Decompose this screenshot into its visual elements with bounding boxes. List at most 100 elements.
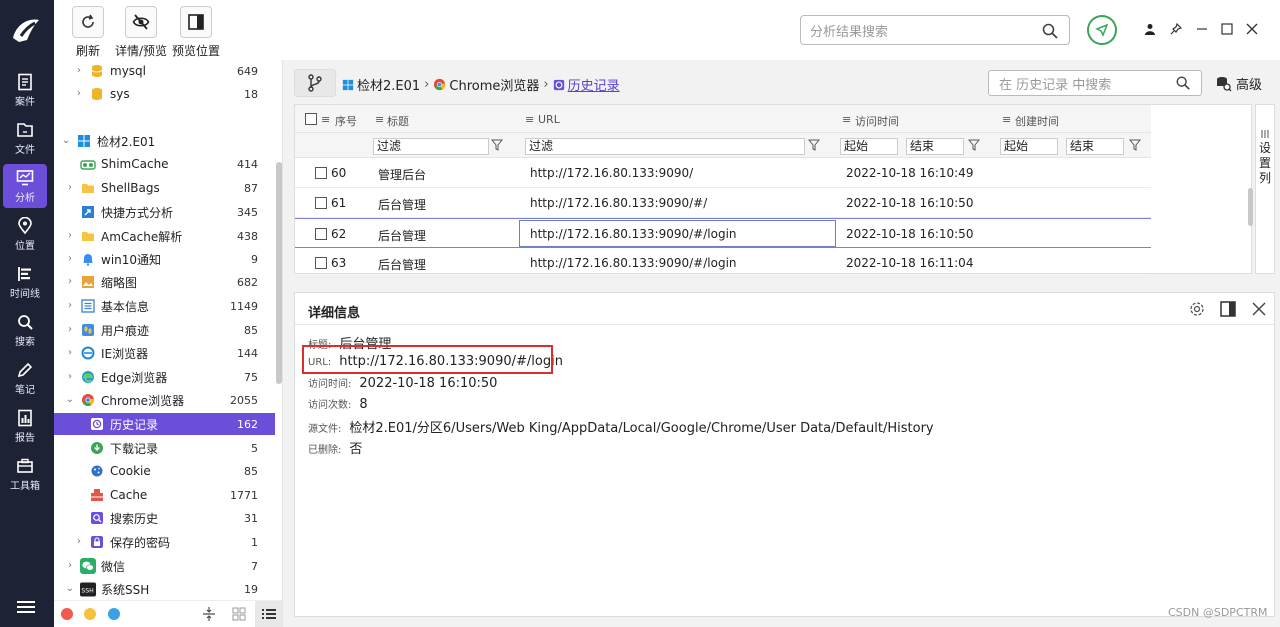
filter-icon[interactable] (968, 139, 980, 151)
tree-item-chrome-history[interactable]: 历史记录 162 (54, 413, 275, 435)
nav-location[interactable]: 位置 (3, 212, 47, 256)
tree-item-chrome-downloads[interactable]: 下载记录 5 (54, 437, 275, 459)
close-icon[interactable] (1251, 301, 1267, 317)
blue-dot-icon[interactable] (108, 608, 120, 620)
column-menu-icon[interactable]: ≡ (375, 113, 384, 126)
tree-item-basic-info[interactable]: › 基本信息 1149 (54, 295, 275, 317)
table-row[interactable]: 61 后台管理 http://172.16.80.133:9090/#/ 202… (295, 188, 1151, 218)
tree-item-chrome-browser[interactable]: ⌄ Chrome浏览器 2055 (54, 389, 275, 411)
tree-item-ie-browser[interactable]: › IE浏览器 144 (54, 342, 275, 364)
nav-file[interactable]: 文件 (3, 116, 47, 160)
chevron-right-icon[interactable]: › (65, 254, 75, 264)
title-filter-input[interactable]: 过滤 (373, 138, 489, 155)
chevron-right-icon[interactable]: › (74, 89, 84, 99)
chevron-right-icon[interactable]: › (65, 348, 75, 358)
tree-item-shellbags[interactable]: › ShellBags 87 (54, 177, 275, 199)
yellow-dot-icon[interactable] (84, 608, 96, 620)
collapse-icon[interactable] (202, 606, 216, 622)
column-menu-icon[interactable]: ≡ (525, 113, 534, 126)
chevron-down-icon[interactable]: ⌄ (65, 395, 75, 405)
column-header-url[interactable]: URL (538, 113, 560, 126)
preview-position-button[interactable]: 预览位置 (172, 6, 220, 59)
pin-icon[interactable] (1168, 21, 1184, 37)
chevron-right-icon[interactable]: › (74, 537, 84, 547)
tree-item-wechat[interactable]: › 微信 7 (54, 555, 275, 577)
visit-end-input[interactable]: 结束 (906, 138, 964, 155)
filter-icon[interactable] (1129, 139, 1141, 151)
tree-item-thumbnail[interactable]: › 缩略图 682 (54, 271, 275, 293)
url-filter-input[interactable]: 过滤 (525, 138, 805, 155)
hamburger-menu-icon[interactable] (17, 600, 35, 614)
filter-icon[interactable] (808, 139, 820, 151)
tree-item-shortcut-analysis[interactable]: 快捷方式分析 345 (54, 201, 275, 223)
tree-item-mysql[interactable]: › mysql 649 (54, 60, 275, 82)
column-header-seq[interactable]: 序号 (335, 113, 357, 129)
nav-toolbox[interactable]: 工具箱 (3, 452, 47, 496)
nav-timeline[interactable]: 时间线 (3, 260, 47, 304)
row-checkbox[interactable] (315, 167, 327, 179)
row-checkbox[interactable] (315, 257, 327, 269)
nav-case[interactable]: 案件 (3, 68, 47, 112)
select-all-checkbox[interactable] (305, 113, 317, 125)
search-icon[interactable] (1175, 75, 1191, 91)
row-checkbox[interactable] (315, 197, 327, 209)
history-search-input[interactable]: 在 历史记录 中搜索 (988, 70, 1202, 96)
column-header-create-time[interactable]: 创建时间 (1015, 113, 1059, 129)
nav-note[interactable]: 笔记 (3, 356, 47, 400)
nav-analysis[interactable]: 分析 (3, 164, 47, 208)
tree-item-chrome-search-history[interactable]: 搜索历史 31 (54, 507, 275, 529)
chevron-down-icon[interactable]: ⌄ (61, 136, 71, 146)
settings-columns-button[interactable]: 设置列 (1255, 104, 1275, 274)
table-row-selected[interactable]: 62 后台管理 http://172.16.80.133:9090/#/logi… (295, 218, 1151, 248)
tree-item-win10-notification[interactable]: › win10通知 9 (54, 248, 275, 270)
tree-item-chrome-cache[interactable]: Cache 1771 (54, 484, 275, 506)
tree-item-user-traces[interactable]: › 用户痕迹 85 (54, 319, 275, 341)
close-icon[interactable] (1244, 21, 1260, 37)
search-icon[interactable] (1041, 22, 1059, 40)
send-button[interactable] (1087, 15, 1117, 45)
tree-item-system-ssh[interactable]: ⌄ SSH 系统SSH 19 (54, 578, 275, 600)
maximize-icon[interactable] (1219, 21, 1235, 37)
chevron-right-icon[interactable]: › (65, 183, 75, 193)
breadcrumb-chrome[interactable]: Chrome浏览器 (449, 75, 539, 94)
tree-item-chrome-saved-passwords[interactable]: › 保存的密码 1 (54, 531, 275, 553)
chevron-right-icon[interactable]: › (65, 301, 75, 311)
tree-item-shimcache[interactable]: ShimCache 414 (54, 153, 275, 175)
advanced-search-button[interactable]: 高级 (1216, 74, 1262, 93)
breadcrumb-current[interactable]: 历史记录 (568, 75, 620, 94)
table-row[interactable]: 63 后台管理 http://172.16.80.133:9090/#/logi… (295, 248, 1151, 278)
analysis-search-input[interactable]: 分析结果搜索 (800, 15, 1070, 45)
create-start-input[interactable]: 起始 (1000, 138, 1058, 155)
breadcrumb-root[interactable]: 检材2.E01 (357, 75, 420, 94)
visit-start-input[interactable]: 起始 (840, 138, 898, 155)
panel-right-icon[interactable] (1220, 301, 1236, 317)
gear-icon[interactable] (1189, 301, 1205, 317)
column-header-title[interactable]: 标题 (387, 113, 409, 129)
chevron-right-icon[interactable]: › (65, 277, 75, 287)
tree-item-sys[interactable]: › sys 18 (54, 83, 275, 105)
table-row[interactable]: 60 管理后台 http://172.16.80.133:9090/ 2022-… (295, 158, 1151, 188)
user-icon[interactable] (1142, 21, 1158, 37)
chevron-right-icon[interactable]: › (65, 561, 75, 571)
tree-item-chrome-cookie[interactable]: Cookie 85 (54, 460, 275, 482)
nav-report[interactable]: 报告 (3, 404, 47, 448)
branch-button[interactable] (294, 69, 336, 97)
chevron-down-icon[interactable]: ⌄ (65, 584, 75, 594)
chevron-right-icon[interactable]: › (65, 231, 75, 241)
filter-icon[interactable] (491, 139, 503, 151)
list-view-button[interactable] (255, 601, 282, 627)
minimize-icon[interactable] (1194, 21, 1210, 37)
table-scrollbar[interactable] (1248, 188, 1253, 226)
chevron-right-icon[interactable]: › (65, 325, 75, 335)
grid-view-icon[interactable] (232, 607, 246, 621)
tree-item-evidence-root[interactable]: ⌄ 检材2.E01 (54, 130, 275, 152)
red-dot-icon[interactable] (61, 608, 73, 620)
refresh-button[interactable]: 刷新 (72, 6, 104, 59)
detail-preview-button[interactable]: 详情/预览 (115, 6, 167, 59)
tree-item-edge-browser[interactable]: › Edge浏览器 75 (54, 366, 275, 388)
column-menu-icon[interactable]: ≡ (842, 113, 851, 126)
row-checkbox[interactable] (315, 228, 327, 240)
chevron-right-icon[interactable]: › (74, 66, 84, 76)
column-menu-icon[interactable]: ≡ (1002, 113, 1011, 126)
create-end-input[interactable]: 结束 (1066, 138, 1124, 155)
